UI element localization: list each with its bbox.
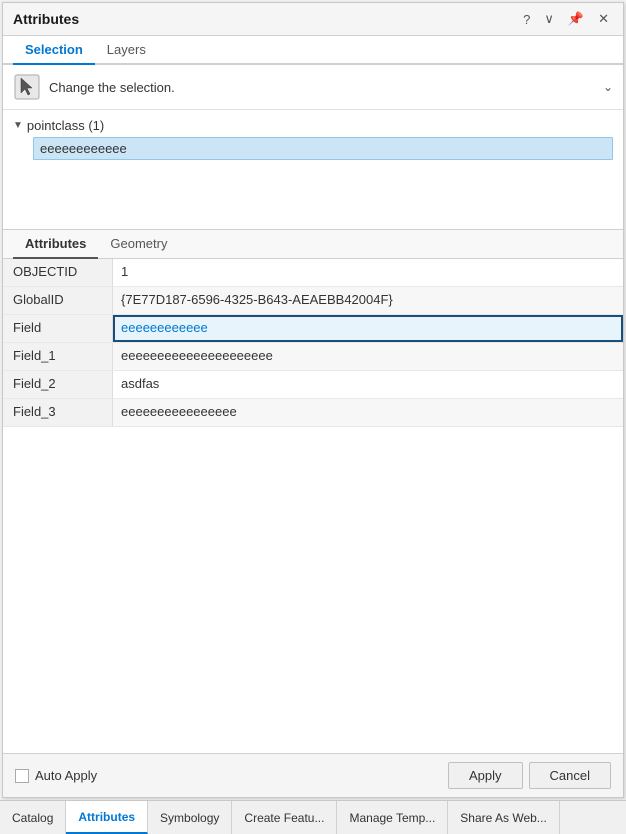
attr-row-field3: Field_3 eeeeeeeeeeeeeeee [3,399,623,427]
taskbar: Catalog Attributes Symbology Create Feat… [0,800,626,834]
collapse-icon[interactable]: ∨ [540,9,558,29]
tree-child-item[interactable]: eeeeeeeeeeee [33,137,613,160]
taskbar-catalog[interactable]: Catalog [0,801,66,834]
tree-parent-label: pointclass (1) [27,118,104,133]
selection-text: Change the selection. [49,80,175,95]
attr-value-objectid[interactable]: 1 [113,259,623,286]
taskbar-share-as-web[interactable]: Share As Web... [448,801,560,834]
pin-icon[interactable]: 📌 [564,9,588,29]
attr-table: OBJECTID 1 GlobalID {7E77D187-6596-4325-… [3,259,623,753]
attributes-panel: Attributes ? ∨ 📌 ✕ Selection Layers Chan… [2,2,624,798]
bottom-bar: Auto Apply Apply Cancel [3,753,623,797]
attr-value-globalid[interactable]: {7E77D187-6596-4325-B643-AEAEBB42004F} [113,287,623,314]
panel-title: Attributes [13,11,79,27]
attr-key-field2: Field_2 [3,371,113,398]
panel-titlebar: Attributes ? ∨ 📌 ✕ [3,3,623,36]
taskbar-symbology[interactable]: Symbology [148,801,232,834]
taskbar-attributes[interactable]: Attributes [66,801,148,834]
tab-attributes[interactable]: Attributes [13,230,98,259]
attr-key-objectid: OBJECTID [3,259,113,286]
titlebar-icons: ? ∨ 📌 ✕ [519,9,613,29]
attr-row-field: Field eeeeeeeeeeee [3,315,623,343]
attr-value-field[interactable]: eeeeeeeeeeee [113,315,623,342]
taskbar-manage-temp[interactable]: Manage Temp... [337,801,448,834]
tab-layers[interactable]: Layers [95,36,158,65]
attr-row-objectid: OBJECTID 1 [3,259,623,287]
auto-apply-group: Auto Apply [15,768,97,783]
attr-value-field3[interactable]: eeeeeeeeeeeeeeee [113,399,623,426]
attr-row-field1: Field_1 eeeeeeeeeeeeeeeeeeeee [3,343,623,371]
tab-selection[interactable]: Selection [13,36,95,65]
cursor-icon [13,73,41,101]
tree-arrow-icon: ▼ [13,120,23,131]
cancel-button[interactable]: Cancel [529,762,611,789]
attr-key-globalid: GlobalID [3,287,113,314]
attr-key-field: Field [3,315,113,342]
apply-button[interactable]: Apply [448,762,523,789]
attr-section: Attributes Geometry OBJECTID 1 GlobalID … [3,230,623,753]
attr-row-field2: Field_2 asdfas [3,371,623,399]
close-icon[interactable]: ✕ [594,9,613,29]
attr-value-field2[interactable]: asdfas [113,371,623,398]
auto-apply-label: Auto Apply [35,768,97,783]
tree-section: ▼ pointclass (1) eeeeeeeeeeee [3,110,623,230]
taskbar-create-feature[interactable]: Create Featu... [232,801,337,834]
btn-group: Apply Cancel [448,762,611,789]
attr-value-field1[interactable]: eeeeeeeeeeeeeeeeeeeee [113,343,623,370]
selection-bar[interactable]: Change the selection. ⌄ [3,65,623,110]
attr-key-field1: Field_1 [3,343,113,370]
auto-apply-checkbox[interactable] [15,769,29,783]
chevron-down-icon[interactable]: ⌄ [603,80,613,94]
attr-key-field3: Field_3 [3,399,113,426]
attr-tabs-row: Attributes Geometry [3,230,623,259]
help-icon[interactable]: ? [519,10,534,29]
tab-geometry[interactable]: Geometry [98,230,179,259]
attr-row-globalid: GlobalID {7E77D187-6596-4325-B643-AEAEBB… [3,287,623,315]
top-tabs-row: Selection Layers [3,36,623,65]
tree-parent-item[interactable]: ▼ pointclass (1) [13,116,613,135]
